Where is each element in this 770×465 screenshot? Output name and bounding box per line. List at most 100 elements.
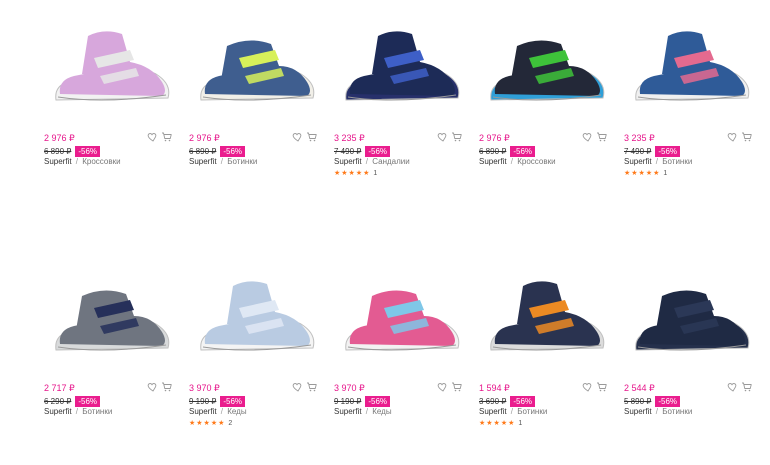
cart-icon[interactable] bbox=[306, 131, 318, 143]
product-card[interactable]: 3 970 ₽ 9 190 ₽ -56% Superfit / Кеды ★★★… bbox=[189, 250, 324, 450]
discount-badge: -56% bbox=[75, 145, 101, 157]
product-brand[interactable]: Superfit bbox=[479, 407, 507, 416]
product-image[interactable] bbox=[479, 0, 614, 125]
product-card[interactable]: 2 717 ₽ 6 290 ₽ -56% Superfit / Ботинки bbox=[44, 250, 179, 450]
card-actions bbox=[581, 381, 608, 393]
product-meta: Superfit / Кроссовки bbox=[479, 157, 556, 166]
heart-icon[interactable] bbox=[146, 381, 158, 393]
product-brand[interactable]: Superfit bbox=[624, 157, 652, 166]
shoe-image bbox=[490, 281, 605, 351]
product-image[interactable] bbox=[189, 0, 324, 125]
product-category[interactable]: Сандалии bbox=[372, 157, 409, 166]
cart-icon[interactable] bbox=[306, 381, 318, 393]
product-image[interactable] bbox=[479, 250, 614, 375]
product-meta: Superfit / Кеды bbox=[334, 407, 392, 416]
heart-icon[interactable] bbox=[726, 381, 738, 393]
product-card[interactable]: 2 976 ₽ 6 890 ₽ -56% Superfit / Кроссовк… bbox=[44, 0, 179, 200]
old-price: 5 890 ₽ bbox=[624, 396, 652, 406]
product-category[interactable]: Ботинки bbox=[662, 407, 692, 416]
heart-icon[interactable] bbox=[726, 131, 738, 143]
product-brand[interactable]: Superfit bbox=[44, 407, 72, 416]
product-price: 2 544 ₽ bbox=[624, 383, 655, 393]
product-category[interactable]: Ботинки bbox=[227, 157, 257, 166]
product-rating: ★★★★★ 2 bbox=[189, 419, 232, 428]
heart-icon[interactable] bbox=[291, 131, 303, 143]
product-brand[interactable]: Superfit bbox=[189, 407, 217, 416]
discount-badge: -56% bbox=[220, 395, 246, 407]
product-meta: Superfit / Кроссовки bbox=[44, 157, 121, 166]
product-rating: ★★★★★ 1 bbox=[334, 169, 377, 178]
product-image[interactable] bbox=[44, 0, 179, 125]
review-count[interactable]: 1 bbox=[373, 170, 377, 177]
star-rating: ★★★★★ bbox=[189, 420, 226, 427]
product-card[interactable]: 2 976 ₽ 6 890 ₽ -56% Superfit / Кроссовк… bbox=[479, 0, 614, 200]
old-price: 7 490 ₽ bbox=[624, 146, 652, 156]
meta-separator: / bbox=[653, 407, 661, 416]
heart-icon[interactable] bbox=[146, 131, 158, 143]
heart-icon[interactable] bbox=[581, 381, 593, 393]
heart-icon[interactable] bbox=[291, 381, 303, 393]
cart-icon[interactable] bbox=[451, 381, 463, 393]
product-image[interactable] bbox=[624, 0, 759, 125]
meta-separator: / bbox=[508, 407, 516, 416]
old-price-row: 7 490 ₽ -56% bbox=[624, 145, 681, 157]
product-category[interactable]: Кеды bbox=[372, 407, 391, 416]
product-card[interactable]: 3 970 ₽ 9 190 ₽ -56% Superfit / Кеды bbox=[334, 250, 469, 450]
card-actions bbox=[436, 131, 463, 143]
meta-separator: / bbox=[218, 157, 226, 166]
card-actions bbox=[581, 131, 608, 143]
old-price: 6 290 ₽ bbox=[44, 396, 72, 406]
old-price: 9 190 ₽ bbox=[189, 396, 217, 406]
product-brand[interactable]: Superfit bbox=[479, 157, 507, 166]
product-price: 3 235 ₽ bbox=[624, 133, 655, 143]
product-card[interactable]: 1 594 ₽ 3 690 ₽ -56% Superfit / Ботинки … bbox=[479, 250, 614, 450]
product-brand[interactable]: Superfit bbox=[334, 157, 362, 166]
heart-icon[interactable] bbox=[436, 381, 448, 393]
discount-badge: -56% bbox=[510, 395, 536, 407]
product-brand[interactable]: Superfit bbox=[334, 407, 362, 416]
product-image[interactable] bbox=[624, 250, 759, 375]
meta-separator: / bbox=[363, 157, 371, 166]
product-image[interactable] bbox=[334, 0, 469, 125]
card-actions bbox=[291, 131, 318, 143]
cart-icon[interactable] bbox=[741, 131, 753, 143]
product-brand[interactable]: Superfit bbox=[624, 407, 652, 416]
product-category[interactable]: Кроссовки bbox=[82, 157, 120, 166]
product-card[interactable]: 2 976 ₽ 6 890 ₽ -56% Superfit / Ботинки bbox=[189, 0, 324, 200]
product-price: 2 976 ₽ bbox=[189, 133, 220, 143]
heart-icon[interactable] bbox=[581, 131, 593, 143]
card-actions bbox=[726, 131, 753, 143]
discount-badge: -56% bbox=[75, 395, 101, 407]
review-count[interactable]: 2 bbox=[228, 420, 232, 427]
product-image[interactable] bbox=[189, 250, 324, 375]
product-category[interactable]: Ботинки bbox=[82, 407, 112, 416]
cart-icon[interactable] bbox=[741, 381, 753, 393]
cart-icon[interactable] bbox=[596, 131, 608, 143]
product-card[interactable]: 3 235 ₽ 7 490 ₽ -56% Superfit / Сандалии… bbox=[334, 0, 469, 200]
old-price-row: 3 690 ₽ -56% bbox=[479, 395, 536, 407]
old-price-row: 9 190 ₽ -56% bbox=[189, 395, 246, 407]
shoe-image bbox=[345, 290, 460, 351]
product-meta: Superfit / Кеды bbox=[189, 407, 247, 416]
cart-icon[interactable] bbox=[161, 381, 173, 393]
meta-separator: / bbox=[73, 407, 81, 416]
product-brand[interactable]: Superfit bbox=[44, 157, 72, 166]
product-meta: Superfit / Ботинки bbox=[44, 407, 112, 416]
product-image[interactable] bbox=[334, 250, 469, 375]
review-count[interactable]: 1 bbox=[663, 170, 667, 177]
product-category[interactable]: Ботинки bbox=[662, 157, 692, 166]
discount-badge: -56% bbox=[365, 395, 391, 407]
old-price: 6 890 ₽ bbox=[189, 146, 217, 156]
product-category[interactable]: Кроссовки bbox=[517, 157, 555, 166]
product-brand[interactable]: Superfit bbox=[189, 157, 217, 166]
heart-icon[interactable] bbox=[436, 131, 448, 143]
cart-icon[interactable] bbox=[161, 131, 173, 143]
product-category[interactable]: Ботинки bbox=[517, 407, 547, 416]
product-card[interactable]: 3 235 ₽ 7 490 ₽ -56% Superfit / Ботинки … bbox=[624, 0, 759, 200]
review-count[interactable]: 1 bbox=[518, 420, 522, 427]
product-image[interactable] bbox=[44, 250, 179, 375]
product-card[interactable]: 2 544 ₽ 5 890 ₽ -56% Superfit / Ботинки bbox=[624, 250, 759, 450]
product-category[interactable]: Кеды bbox=[227, 407, 246, 416]
cart-icon[interactable] bbox=[596, 381, 608, 393]
cart-icon[interactable] bbox=[451, 131, 463, 143]
